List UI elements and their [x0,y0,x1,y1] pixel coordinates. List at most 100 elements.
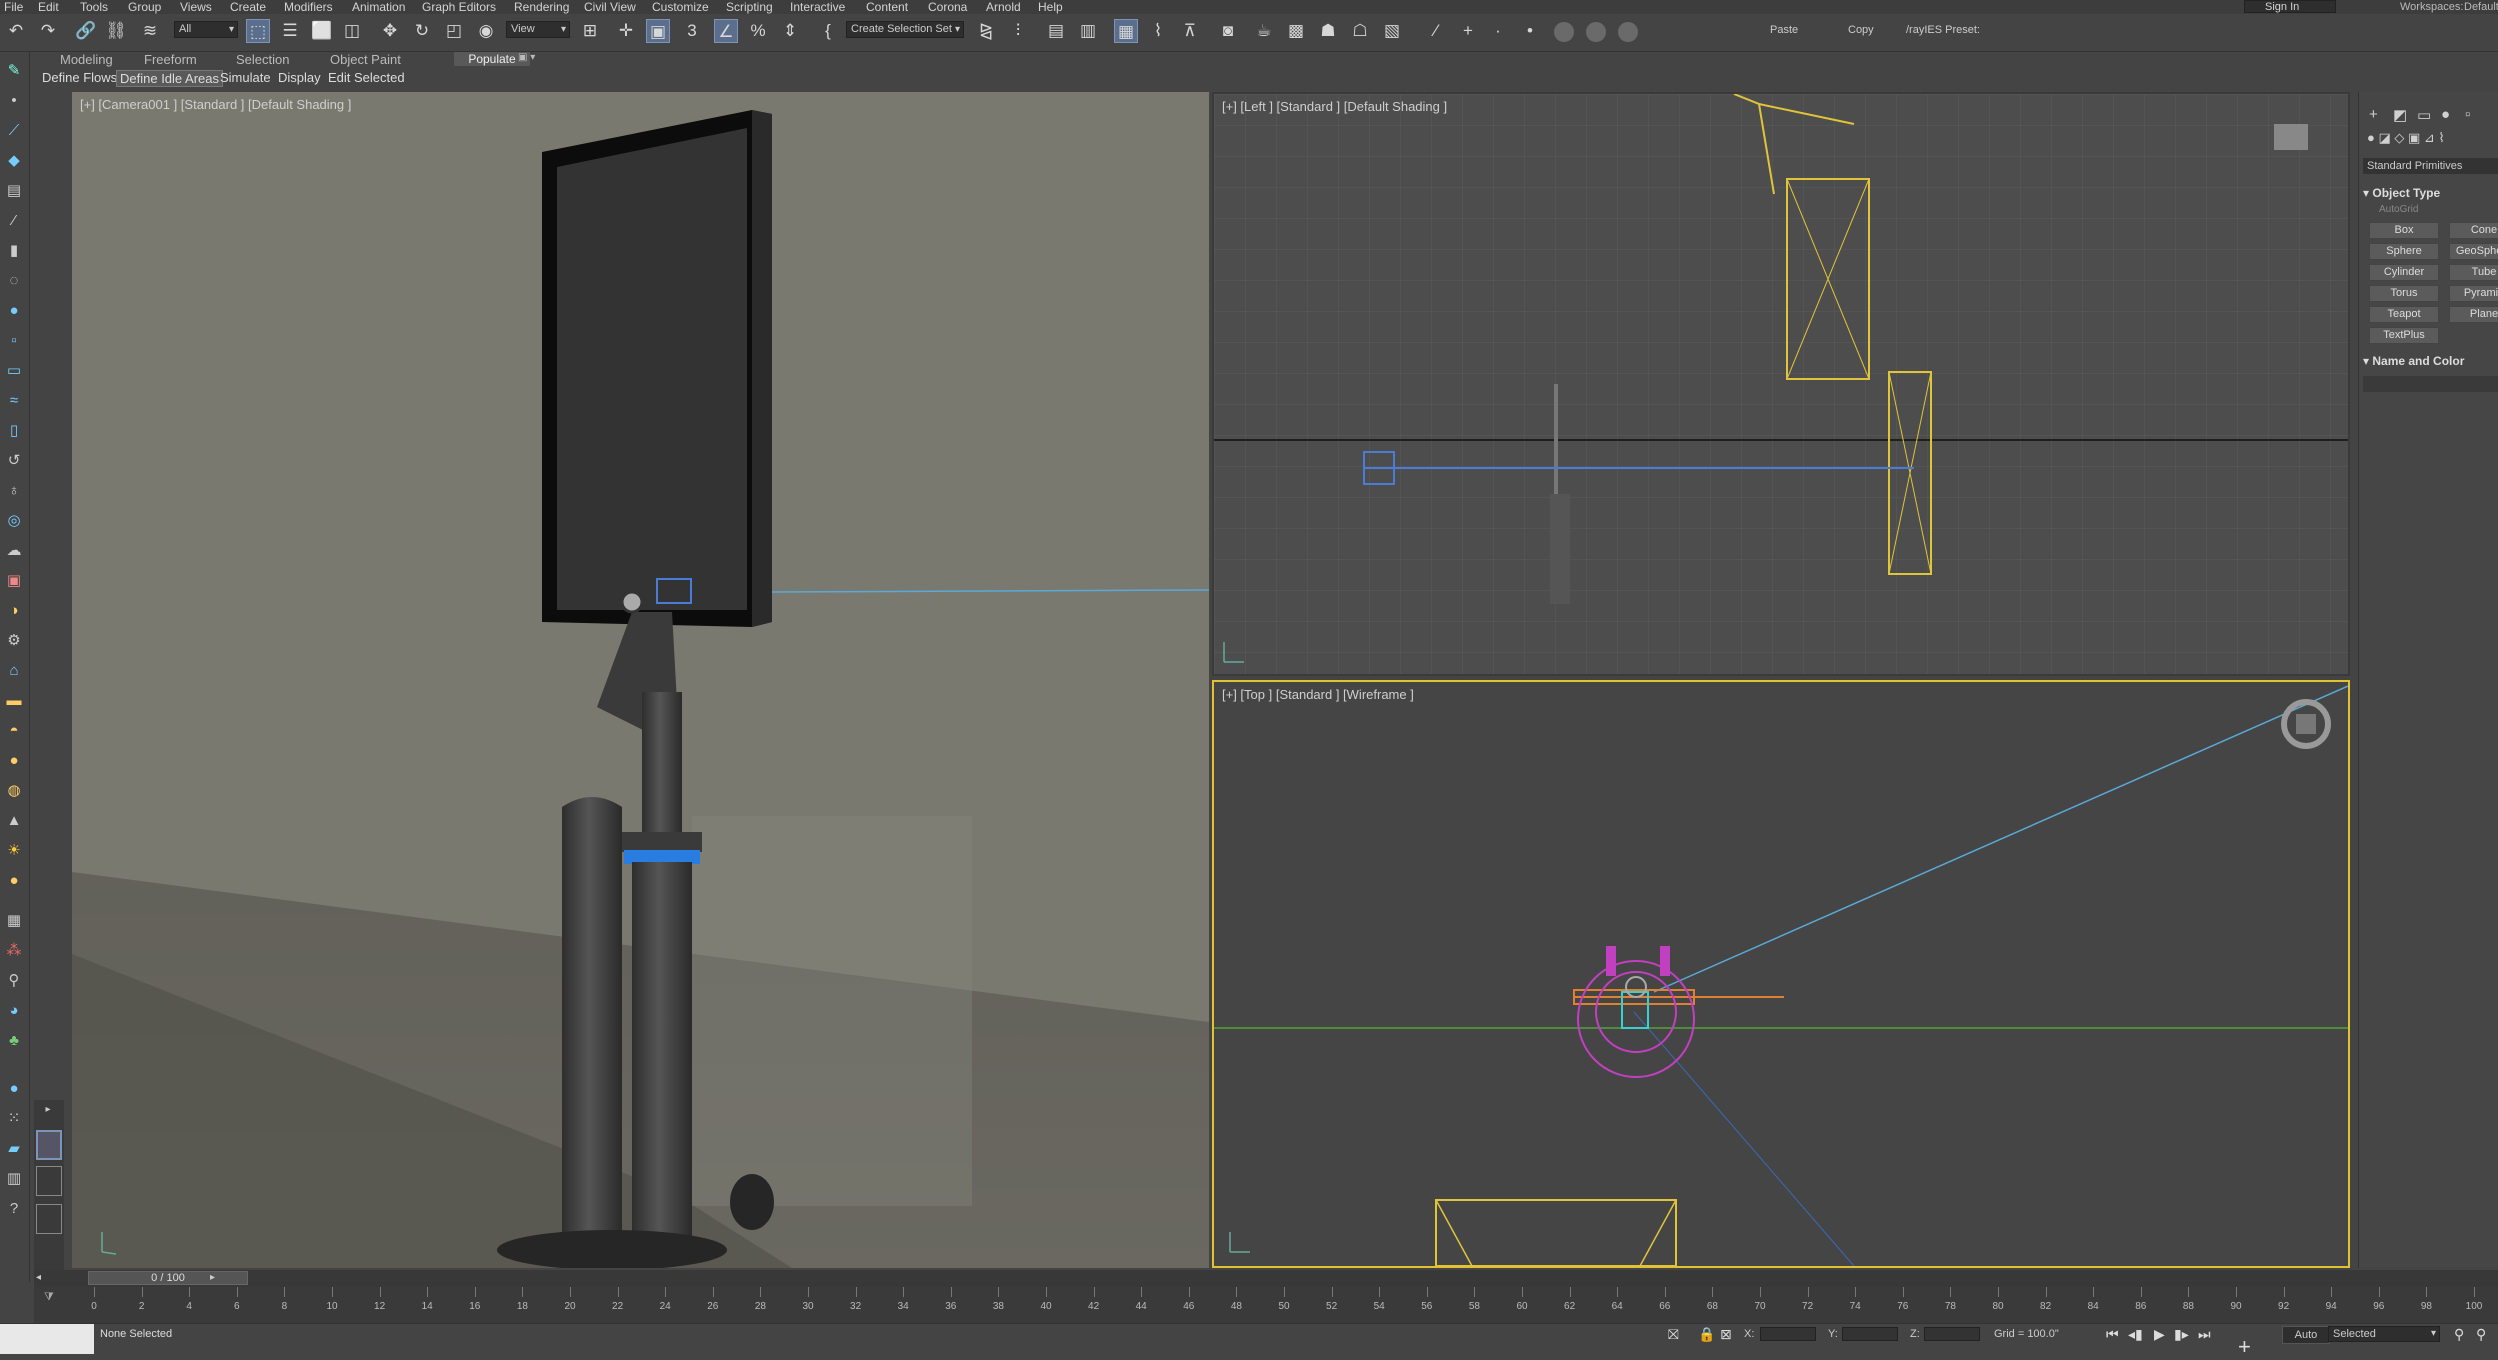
top-viewport[interactable]: [+] [Top ] [Standard ] [Wireframe ] [1212,680,2350,1268]
time-slider-thumb[interactable]: 0 / 100 [88,1271,248,1285]
expand-layout-icon[interactable]: ▸ [37,1104,59,1120]
brush-size-medium-icon[interactable] [1586,22,1606,42]
autogrid-checkbox[interactable]: AutoGrid [2379,204,2418,215]
subtab-edit-selected[interactable]: Edit Selected [328,70,405,85]
set-key-icon[interactable]: + [2238,1334,2251,1360]
use-pivot-icon[interactable]: ⊞ [578,19,602,43]
render-activeshade-icon[interactable]: ▧ [1380,19,1404,43]
torus-yellow-tool-icon[interactable]: ◍ [3,780,25,802]
redo-icon[interactable]: ↷ [36,19,60,43]
object-name-field[interactable] [2363,376,2498,392]
camera-tool-icon[interactable]: ⌂ [3,660,25,682]
render-iterative-icon[interactable]: ☖ [1348,19,1372,43]
preset-label[interactable]: /rayIES Preset: [1906,24,1980,36]
teapot-button[interactable]: Teapot [2369,306,2439,323]
next-frame-icon[interactable]: ▮▸ [2174,1326,2189,1343]
menu-modifiers[interactable]: Modifiers [284,0,333,14]
workspaces-value[interactable]: Default [2464,0,2498,14]
pyramid-button[interactable]: Pyramid [2449,285,2498,302]
layer-explorer-icon[interactable]: ▤ [1044,19,1068,43]
small-dot-icon[interactable]: · [1486,19,1510,43]
menu-tools[interactable]: Tools [80,0,108,14]
walk-tool-icon[interactable]: ⚲ [3,970,25,992]
array-tool-icon[interactable]: ▯ [3,420,25,442]
cone-button[interactable]: Cone [2449,222,2498,239]
next-frame-arrow-icon[interactable]: ▸ [210,1272,215,1283]
keyboard-shortcut-override-icon[interactable]: ▣ [646,19,670,43]
subtab-display[interactable]: Display [278,70,321,85]
auto-key-button[interactable]: Auto [2282,1326,2330,1344]
render-blue-icon[interactable]: ▰ [3,1138,25,1160]
helper-tool-icon[interactable]: ⚙ [3,630,25,652]
menu-file[interactable]: File [4,0,23,14]
menu-create[interactable]: Create [230,0,266,14]
cloud-tool-icon[interactable]: ☁ [3,540,25,562]
percent-snap-icon[interactable]: % [746,19,770,43]
subtab-define-flows[interactable]: Define Flows [42,70,117,85]
angle-snap-icon[interactable]: ∠ [714,19,738,43]
crosshair-icon[interactable]: + [1456,19,1480,43]
named-selection-sets-dropdown[interactable]: Create Selection Set [846,21,964,38]
z-coordinate-field[interactable] [1924,1327,1980,1341]
tab-object-paint[interactable]: Object Paint [330,52,401,67]
poly-tool-icon[interactable]: ◆ [3,150,25,172]
cylinder-button[interactable]: Cylinder [2369,264,2439,281]
curve-editor-icon[interactable]: ⌇ [1146,19,1170,43]
render-production-icon[interactable]: ☗ [1316,19,1340,43]
globe-tool-icon[interactable]: ◕ [3,1000,25,1022]
align-icon[interactable]: ⫶ [1006,19,1030,43]
play-icon[interactable]: ▶ [2154,1326,2165,1343]
prev-frame-icon[interactable]: ◂▮ [2128,1326,2143,1343]
unlink-icon[interactable]: ⛓ [104,19,128,43]
torus-button[interactable]: Torus [2369,285,2439,302]
sphere-tool-icon[interactable]: ● [3,300,25,322]
geosphere-button[interactable]: GeoSphere [2449,243,2498,260]
color-swatches-icon[interactable]: ⁙ [3,1108,25,1130]
edit-named-sets-icon[interactable]: { [816,19,840,43]
grid-tool-icon[interactable]: ▦ [3,910,25,932]
box-tool-icon[interactable]: ▫ [3,330,25,352]
menu-rendering[interactable]: Rendering [514,0,569,14]
rotate-icon[interactable]: ↻ [410,19,434,43]
spinner-snap-icon[interactable]: ⇕ [778,19,802,43]
scene-explorer-icon[interactable]: ▦ [1114,19,1138,43]
paste-button[interactable]: Paste [1770,24,1798,36]
brush-size-small-icon[interactable] [1554,22,1574,42]
light-tool-icon[interactable]: ◑ [3,600,25,622]
isolate-icon[interactable]: ⛝ [1668,1326,1679,1343]
orbit-icon[interactable]: ⚲ [2476,1326,2486,1343]
brush-icon[interactable]: ⁄ [1424,19,1448,43]
go-to-start-icon[interactable]: ⏮ [2106,1326,2119,1343]
dome-tool-icon[interactable]: ● [3,870,25,892]
absolute-mode-icon[interactable]: ⊠ [1720,1326,1732,1343]
toggle-ribbon-icon[interactable]: ▥ [1076,19,1100,43]
menu-interactive[interactable]: Interactive [790,0,845,14]
undo-icon[interactable]: ↶ [4,19,28,43]
name-color-rollout[interactable]: ▾ Name and Color [2363,354,2464,368]
menu-group[interactable]: Group [128,0,161,14]
tab-modeling[interactable]: Modeling [60,52,113,67]
maxscript-listener[interactable] [0,1324,94,1354]
schematic-view-icon[interactable]: ⊼ [1178,19,1202,43]
vertex-tool-icon[interactable]: • [3,90,25,112]
placement-icon[interactable]: ◉ [474,19,498,43]
left-viewport-label[interactable]: [+] [Left ] [Standard ] [Default Shading… [1222,99,1447,114]
sun-tool-icon[interactable]: ☀ [3,840,25,862]
prev-frame-arrow-icon[interactable]: ◂ [36,1272,41,1283]
x-coordinate-field[interactable] [1760,1327,1816,1341]
scale-icon[interactable]: ◰ [442,19,466,43]
tab-freeform[interactable]: Freeform [144,52,197,67]
medium-dot-icon[interactable]: • [1518,19,1542,43]
y-coordinate-field[interactable] [1842,1327,1898,1341]
geometry-subtab-icon[interactable]: ● ◪ ◇ ▣ ⊿ ⌇ [2367,130,2445,146]
menu-animation[interactable]: Animation [352,0,405,14]
modify-tab-icon[interactable]: ◩ [2393,106,2407,124]
layout-one-icon[interactable] [36,1204,62,1234]
textplus-button[interactable]: TextPlus [2369,327,2439,344]
material-ball-icon[interactable]: ● [3,1078,25,1100]
key-filter-dropdown[interactable]: Selected [2328,1326,2440,1342]
edge-tool-icon[interactable]: ⟋ [3,120,25,142]
menu-arnold[interactable]: Arnold [986,0,1021,14]
select-manipulate-icon[interactable]: ✛ [614,19,638,43]
window-crossing-icon[interactable]: ◫ [340,19,364,43]
